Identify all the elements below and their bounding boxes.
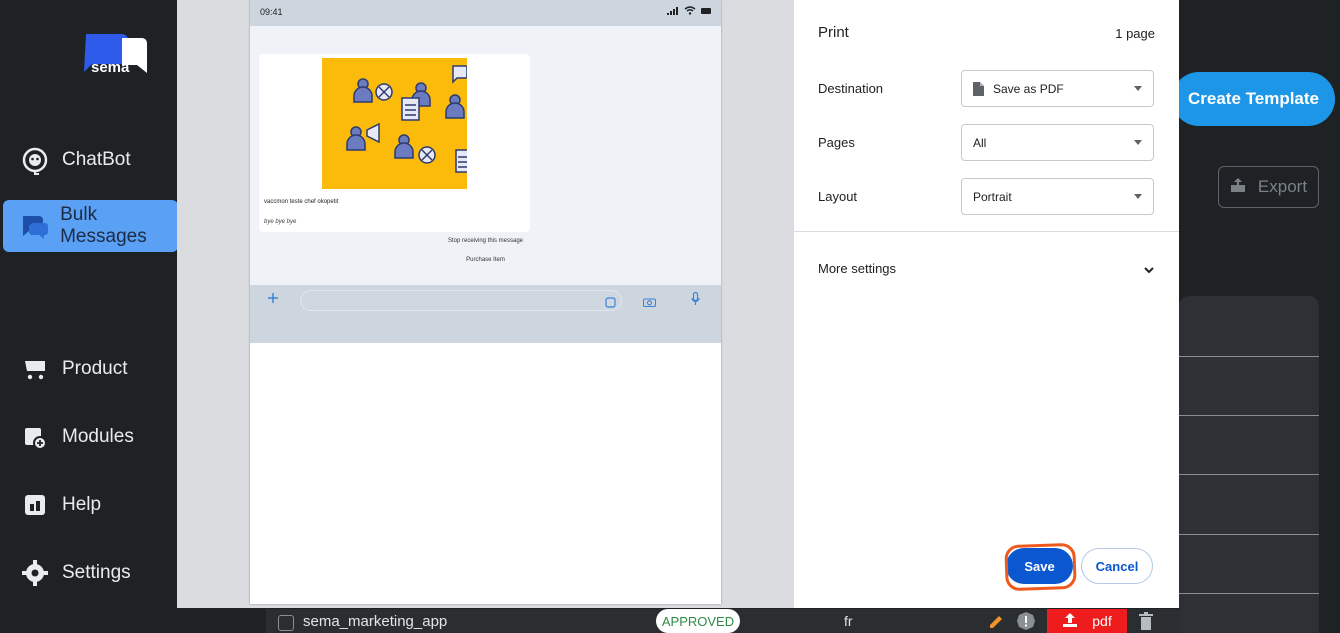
sidebar-item-label: ChatBot — [62, 149, 131, 170]
sidebar-item-bulk-messages[interactable]: Bulk Messages — [3, 200, 178, 252]
quick-reply-stop: Stop receiving this message — [447, 238, 524, 244]
message-footer: bye bye bye — [264, 219, 297, 225]
sidebar: sema ChatBot Bulk Messages Product Modul… — [0, 0, 178, 633]
row-divider — [1179, 415, 1319, 416]
signal-icon — [667, 6, 678, 15]
export-icon — [1230, 177, 1246, 198]
warning-icon[interactable] — [1016, 611, 1036, 633]
chat-composer — [250, 285, 721, 343]
sidebar-item-label: Help — [62, 494, 102, 515]
sidebar-item-chatbot[interactable]: ChatBot — [18, 142, 131, 178]
template-name: sema_marketing_app — [303, 613, 448, 630]
cart-icon — [18, 352, 52, 386]
chat-preview: vaccmon teste chef okopetit bye bye bye … — [250, 26, 721, 285]
print-preview-page: 09:41 vaccmon teste chef okopetit bye by… — [250, 0, 721, 604]
pdf-export-button[interactable]: pdf — [1047, 609, 1127, 633]
trash-icon[interactable] — [1138, 611, 1154, 633]
save-highlight-annotation — [1004, 542, 1077, 592]
layout-select[interactable]: Portrait — [961, 178, 1154, 215]
chevron-down-icon[interactable] — [1143, 262, 1155, 280]
row-divider — [1179, 474, 1319, 475]
sidebar-item-settings[interactable]: Settings — [18, 555, 131, 591]
sidebar-item-label: Modules — [62, 426, 134, 447]
row-divider — [1179, 593, 1319, 594]
pdf-label: pdf — [1092, 613, 1112, 629]
export-label: Export — [1257, 177, 1308, 196]
sidebar-item-help[interactable]: Help — [18, 487, 101, 523]
battery-icon — [701, 7, 711, 14]
more-settings-toggle[interactable]: More settings — [818, 261, 896, 276]
chatbot-icon — [18, 143, 52, 177]
message-image — [322, 58, 467, 189]
status-badge: APPROVED — [656, 609, 740, 633]
status-icons — [667, 6, 711, 15]
page-count: 1 page — [1115, 26, 1155, 41]
language-cell: fr — [844, 613, 853, 629]
destination-value: Save as PDF — [993, 81, 1064, 96]
sticker-icon — [605, 295, 616, 313]
print-dialog: 09:41 vaccmon teste chef okopetit bye by… — [177, 0, 1179, 608]
print-preview-area: 09:41 vaccmon teste chef okopetit bye by… — [177, 0, 793, 608]
sidebar-item-label: Settings — [62, 562, 131, 583]
destination-select[interactable]: Save as PDF — [961, 70, 1154, 107]
layout-label: Layout — [818, 189, 858, 204]
cancel-label: Cancel — [1095, 558, 1139, 574]
row-divider — [1179, 356, 1319, 357]
calendar-plus-icon — [18, 420, 52, 454]
quick-reply-purchase: Purchase Item — [466, 257, 505, 263]
print-settings-panel: Print 1 page Destination Save as PDF Pag… — [794, 0, 1179, 608]
status-time: 09:41 — [260, 7, 283, 17]
row-divider — [1179, 534, 1319, 535]
sidebar-item-label: Product — [62, 358, 128, 379]
pages-value: All — [973, 135, 987, 150]
sidebar-item-label: Bulk Messages — [60, 204, 147, 247]
row-checkbox[interactable] — [278, 615, 294, 631]
gear-icon — [18, 556, 52, 590]
templates-table — [1179, 296, 1319, 633]
table-row: sema_marketing_app APPROVED fr pdf — [266, 609, 1180, 633]
pages-select[interactable]: All — [961, 124, 1154, 161]
sidebar-item-modules[interactable]: Modules — [18, 419, 134, 455]
logo-text: sema — [91, 59, 130, 76]
message-text: vaccmon teste chef okopetit — [264, 199, 339, 205]
camera-icon — [642, 294, 657, 312]
cancel-button[interactable]: Cancel — [1081, 548, 1153, 584]
edit-icon[interactable] — [987, 612, 1005, 633]
help-icon — [18, 488, 52, 522]
export-button[interactable]: Export — [1218, 166, 1319, 208]
document-icon — [973, 81, 984, 96]
upload-icon — [1062, 612, 1078, 631]
plus-icon — [267, 291, 279, 309]
chevron-down-icon — [1134, 140, 1142, 145]
chevron-down-icon — [1134, 86, 1142, 91]
layout-value: Portrait — [973, 189, 1012, 204]
phone-status-bar: 09:41 — [250, 0, 721, 26]
microphone-icon — [691, 291, 700, 311]
wifi-icon — [684, 6, 696, 15]
pages-label: Pages — [818, 135, 855, 150]
create-template-label: Create Template — [1187, 89, 1319, 108]
sidebar-item-product[interactable]: Product — [18, 351, 127, 387]
settings-divider — [794, 231, 1179, 232]
composer-input — [300, 290, 622, 311]
chevron-down-icon — [1134, 194, 1142, 199]
message-bubble: vaccmon teste chef okopetit bye bye bye — [259, 54, 530, 232]
destination-label: Destination — [818, 81, 884, 96]
chat-bubbles-icon — [19, 209, 50, 243]
print-title: Print — [818, 24, 849, 41]
create-template-button[interactable]: Create Template — [1172, 72, 1335, 126]
sema-logo[interactable]: sema — [82, 30, 150, 76]
